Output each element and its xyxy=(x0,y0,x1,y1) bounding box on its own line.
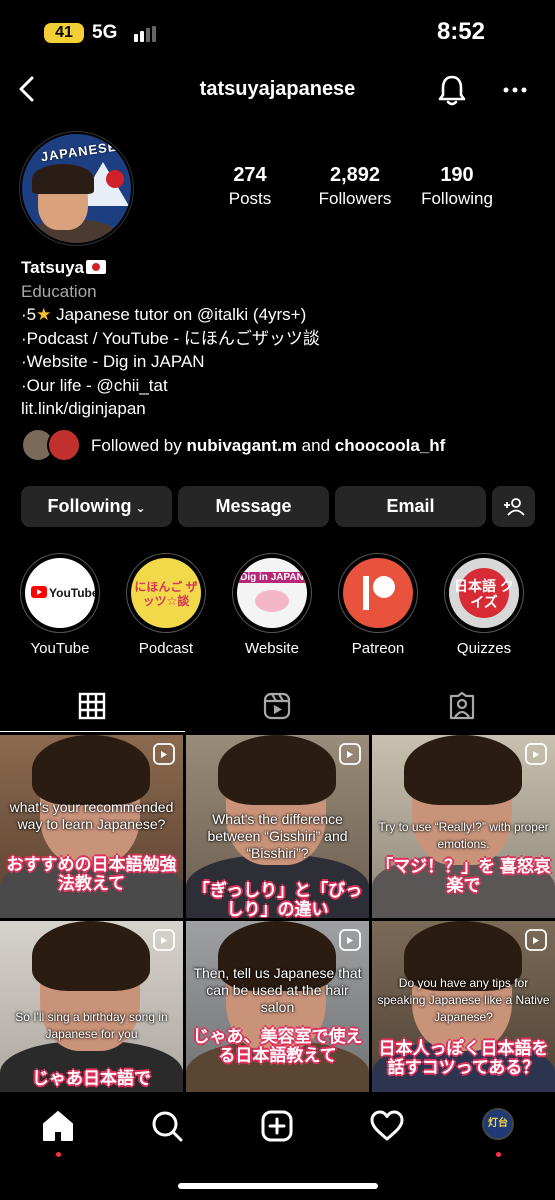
profile-avatar-tab[interactable]: 灯台 xyxy=(482,1108,514,1140)
create-post-icon[interactable] xyxy=(257,1106,297,1146)
star-icon: ★ xyxy=(36,305,52,324)
email-button[interactable]: Email xyxy=(335,486,486,527)
reel-indicator-icon xyxy=(153,929,175,951)
highlight-website[interactable]: Dig in JAPAN Website xyxy=(230,553,314,657)
search-icon[interactable] xyxy=(147,1106,187,1146)
reel-indicator-icon xyxy=(525,743,547,765)
highlight-podcast[interactable]: にほんご ザッツ☆談 Podcast xyxy=(124,553,208,657)
active-tab-indicator xyxy=(0,731,185,732)
highlight-youtube[interactable]: YouTube YouTube xyxy=(18,553,102,657)
grid-icon xyxy=(78,692,106,720)
activity-heart-icon[interactable] xyxy=(367,1106,407,1146)
mutual-user-link[interactable]: nubivagant.m xyxy=(186,436,297,455)
post-tile[interactable]: Try to use “Really!?” with proper emotio… xyxy=(372,735,555,918)
tab-reels[interactable] xyxy=(185,688,370,732)
home-icon[interactable] xyxy=(38,1106,78,1146)
follower-avatar xyxy=(47,428,81,462)
bio-line: ·Our life - @chii_tat xyxy=(21,375,168,395)
post-tile[interactable]: What's the difference between “Gisshiri”… xyxy=(186,735,369,918)
add-person-icon xyxy=(503,498,525,516)
profile-avatar[interactable]: JAPANESE xyxy=(20,132,133,245)
profile-header: tatsuyajapanese xyxy=(0,64,555,116)
reel-indicator-icon xyxy=(153,743,175,765)
battery-indicator: 41 xyxy=(44,23,84,43)
message-button[interactable]: Message xyxy=(178,486,329,527)
highlight-quizzes[interactable]: 日本語 クイズ Quizzes xyxy=(442,553,526,657)
highlight-patreon[interactable]: Patreon xyxy=(336,553,420,657)
quiz-cover-icon: 日本語 クイズ xyxy=(449,558,519,628)
bio-line: ·Podcast / YouTube - にほんごザッツ談 xyxy=(21,328,320,348)
network-indicator: 5G xyxy=(92,22,118,43)
following-count[interactable]: 190 Following xyxy=(414,164,500,209)
notification-bell-icon[interactable] xyxy=(436,72,468,108)
bio-line: ·Website - Dig in JAPAN xyxy=(21,352,205,371)
japan-flag-icon xyxy=(86,260,106,274)
profile-notification-dot xyxy=(496,1152,501,1157)
status-time: 8:52 xyxy=(436,18,485,45)
post-tile[interactable]: Do you have any tips for speaking Japane… xyxy=(372,921,555,1095)
signal-icon xyxy=(134,26,156,42)
followers-count[interactable]: 2,892 Followers xyxy=(310,164,400,209)
following-button[interactable]: Following ⌄ xyxy=(21,486,172,527)
chevron-down-icon: ⌄ xyxy=(135,501,146,515)
posts-grid: what's your recommended way to learn Jap… xyxy=(0,735,555,1095)
svg-text:YouTube: YouTube xyxy=(49,586,95,600)
profile-username: tatsuyajapanese xyxy=(199,78,356,100)
posts-count[interactable]: 274 Posts xyxy=(212,164,288,209)
home-notification-dot xyxy=(56,1152,61,1157)
youtube-logo-icon: YouTube xyxy=(25,558,95,628)
profile-name: Tatsuya xyxy=(21,258,84,277)
tab-posts-grid[interactable] xyxy=(0,688,185,732)
followed-by[interactable]: Followed by nubivagant.m and choocoola_h… xyxy=(21,428,541,464)
status-bar: 41 5G 8:52 xyxy=(0,0,555,64)
post-tile[interactable]: what's your recommended way to learn Jap… xyxy=(0,735,183,918)
home-indicator xyxy=(178,1183,378,1189)
tagged-person-icon xyxy=(449,692,475,720)
mutual-user-link[interactable]: choocoola_hf xyxy=(335,436,446,455)
more-options-icon[interactable] xyxy=(500,76,530,104)
website-cover-icon: Dig in JAPAN xyxy=(237,558,307,628)
reel-indicator-icon xyxy=(525,929,547,951)
reel-indicator-icon xyxy=(339,929,361,951)
profile-link[interactable]: lit.link/diginjapan xyxy=(21,397,541,421)
profile-category: Education xyxy=(21,281,97,301)
post-tile[interactable]: So I'll sing a birthday song in Japanese… xyxy=(0,921,183,1095)
reel-indicator-icon xyxy=(339,743,361,765)
sun-graphic xyxy=(106,170,124,188)
patreon-logo-icon xyxy=(343,558,413,628)
profile-bio: Tatsuya Education ·5★ Japanese tutor on … xyxy=(21,256,541,421)
tab-tagged[interactable] xyxy=(370,688,555,732)
suggest-users-button[interactable] xyxy=(492,486,535,527)
reels-icon xyxy=(263,692,291,720)
podcast-cover-icon: にほんご ザッツ☆談 xyxy=(131,558,201,628)
post-tile[interactable]: Then, tell us Japanese that can be used … xyxy=(186,921,369,1095)
